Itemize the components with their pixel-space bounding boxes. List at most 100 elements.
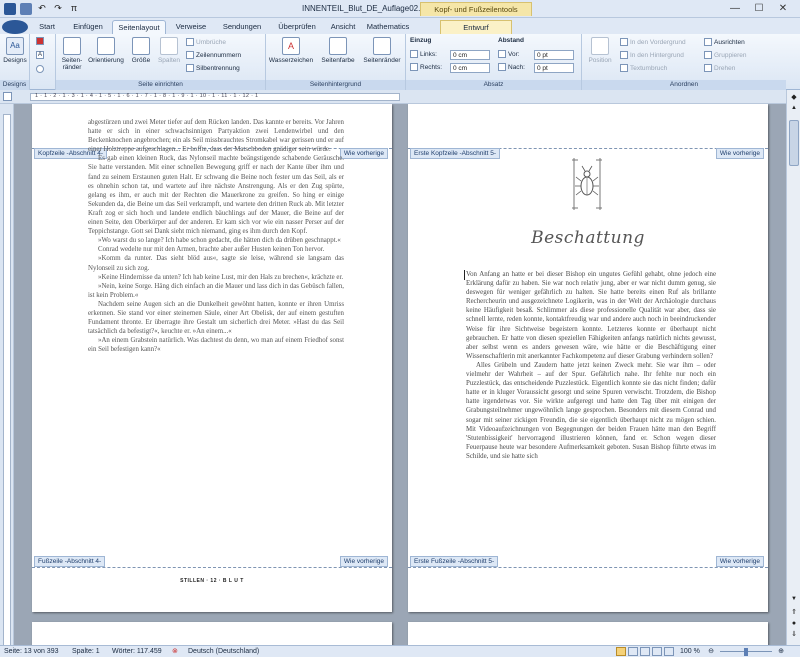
footer-tag[interactable]: Erste Fußzeile -Abschnitt 5- (410, 556, 499, 567)
breaks-icon (186, 38, 194, 47)
spalten-button[interactable]: Spalten (156, 37, 182, 64)
tab-mathematics[interactable]: Mathematics (362, 20, 414, 34)
spalten-label: Spalten (157, 57, 181, 64)
status-language[interactable]: Deutsch (Deutschland) (188, 646, 259, 657)
next-page-icon[interactable]: ⇓ (789, 630, 799, 639)
page-next-left[interactable] (32, 622, 392, 645)
paragraph: Conrad wedelte nur mit den Armen, bracht… (98, 246, 325, 254)
paragraph: »Komm da runter. Das sieht blöd aus«, sa… (88, 255, 344, 272)
zoom-slider-handle[interactable] (744, 648, 748, 656)
browse-object-icon[interactable]: ● (789, 619, 799, 628)
left-body-text[interactable]: abgestürzen und zwei Meter tiefer auf de… (88, 118, 344, 560)
effects-icon[interactable] (36, 65, 46, 75)
header-link-previous[interactable]: Wie vorherige (715, 148, 764, 159)
text-cursor (464, 270, 465, 280)
designs-label: Designs (3, 57, 27, 64)
prev-page-icon[interactable]: ⇑ (789, 608, 799, 617)
status-words[interactable]: Wörter: 117.459 (112, 646, 162, 657)
horizontal-ruler[interactable]: 1 · 1 · 2 · 1 · 3 · 1 · 4 · 1 · 5 · 1 · … (0, 90, 800, 104)
tab-verweise[interactable]: Verweise (170, 20, 212, 34)
orientierung-button[interactable]: Orientierung (88, 37, 124, 64)
footer-tag[interactable]: Fußzeile -Abschnitt 4- (34, 556, 106, 567)
scrollbar-thumb[interactable] (789, 120, 799, 166)
paragraph: »An einem Grabstein natürlich. Was dacht… (88, 337, 344, 354)
tab-start[interactable]: Start (32, 20, 62, 34)
indent-right-input[interactable]: 0 cm (450, 63, 490, 73)
spacing-after-label: Nach: (498, 63, 525, 73)
zeilennummern-button[interactable]: Zeilennummern (186, 51, 241, 61)
tab-einfuegen[interactable]: Einfügen (66, 20, 110, 34)
abstand-label: Abstand (498, 37, 524, 44)
seitenfarbe-label: Seitenfarbe (321, 57, 355, 64)
umbrueche-button[interactable]: Umbrüche (186, 38, 226, 48)
paragraph: abgestürzen und zwei Meter tiefer auf de… (88, 119, 344, 154)
zoom-in-icon[interactable]: ⊕ (776, 646, 786, 657)
outline-view-icon[interactable] (652, 647, 662, 656)
indent-left-input[interactable]: 0 cm (450, 50, 490, 60)
proofing-icon[interactable]: ⊗ (172, 646, 182, 657)
status-page[interactable]: Seite: 13 von 393 (4, 646, 59, 657)
seitenraender-button[interactable]: Seiten- ränder (58, 37, 86, 71)
vertical-ruler-bar[interactable] (3, 114, 11, 654)
tab-ueberpruefen[interactable]: Überprüfen (272, 20, 322, 34)
ruler-bar[interactable]: 1 · 1 · 2 · 1 · 3 · 1 · 4 · 1 · 5 · 1 · … (30, 93, 400, 101)
footer-link-previous[interactable]: Wie vorherige (715, 556, 764, 567)
ausrichten-button[interactable]: Ausrichten (704, 38, 745, 48)
wasserzeichen-button[interactable]: A Wasserzeichen (268, 37, 314, 64)
silbentrennung-label: Silbentrennung (196, 65, 240, 72)
tab-ansicht[interactable]: Ansicht (326, 20, 360, 34)
spacing-after-input[interactable]: 0 pt (534, 63, 574, 73)
position-button[interactable]: Position (584, 37, 616, 64)
right-body-text[interactable]: Von Anfang an hatte er bei dieser Bishop… (466, 270, 716, 562)
header-link-previous[interactable]: Wie vorherige (339, 148, 388, 159)
scroll-down-icon[interactable]: ▼ (789, 595, 799, 604)
hintergrund-button[interactable]: In den Hintergrund (620, 51, 684, 61)
draft-view-icon[interactable] (664, 647, 674, 656)
drehen-button[interactable]: Drehen (704, 64, 735, 74)
print-layout-icon[interactable] (616, 647, 626, 656)
align-icon (704, 38, 712, 47)
minimize-button[interactable]: — (724, 2, 746, 16)
paragraph: »Keine Hindernisse da unten? Ich hab kei… (98, 273, 344, 281)
colors-icon[interactable] (36, 37, 46, 47)
paragraph: Es gab einen kleinen Ruck, das Nylonseil… (88, 155, 344, 236)
header-tag[interactable]: Erste Kopfzeile -Abschnitt 5- (410, 148, 501, 159)
groesse-button[interactable]: Größe (128, 37, 154, 64)
paragraph: Nachdem seine Augen sich an die Dunkelhe… (88, 300, 344, 336)
group-seite-einrichten: Seiten- ränder Orientierung Größe Spalte… (56, 34, 266, 90)
footer-link-previous[interactable]: Wie vorherige (339, 556, 388, 567)
tab-selector-icon[interactable] (3, 92, 12, 101)
close-button[interactable]: ✕ (772, 2, 794, 16)
status-column[interactable]: Spalte: 1 (72, 646, 100, 657)
designs-button[interactable]: Aa Designs (1, 37, 29, 64)
vertical-ruler[interactable] (0, 104, 14, 654)
group-designs: Aa Designs Designs (0, 34, 30, 90)
paragraph: »Nein, keine Sorge. Häng dich einfach an… (88, 282, 344, 299)
indent-left-icon (410, 50, 418, 59)
vordergrund-button[interactable]: In den Vordergrund (620, 38, 686, 48)
tab-seitenlayout[interactable]: Seitenlayout (112, 20, 166, 34)
orientierung-label: Orientierung (88, 57, 124, 64)
gruppieren-button[interactable]: Gruppieren (704, 51, 747, 61)
fonts-icon[interactable]: A (36, 51, 46, 61)
spacing-before-input[interactable]: 0 pt (534, 50, 574, 60)
scroll-up-icon[interactable]: ▲ (789, 104, 799, 113)
seitenraender-rahmen-button[interactable]: Seitenränder (360, 37, 404, 64)
tab-entwurf[interactable]: Entwurf (440, 20, 512, 34)
page-next-right[interactable] (408, 622, 768, 645)
full-screen-reading-icon[interactable] (628, 647, 638, 656)
page-color-icon (329, 37, 347, 55)
seitenfarbe-button[interactable]: Seitenfarbe (316, 37, 360, 64)
ruler-toggle-icon[interactable]: ◆ (789, 93, 799, 102)
tab-sendungen[interactable]: Sendungen (216, 20, 268, 34)
maximize-button[interactable]: ☐ (748, 2, 770, 16)
zoom-out-icon[interactable]: ⊖ (706, 646, 716, 657)
page-left[interactable]: Kopfzeile -Abschnitt 4- Wie vorherige ab… (32, 104, 392, 612)
web-layout-icon[interactable] (640, 647, 650, 656)
vertical-scrollbar[interactable]: ◆ ▲ ▼ ⇑ ● ⇓ (786, 90, 800, 645)
textumbruch-button[interactable]: Textumbruch (620, 64, 667, 74)
page-right[interactable]: Erste Kopfzeile -Abschnitt 5- Wie vorher… (408, 104, 768, 612)
office-button[interactable] (2, 20, 28, 34)
zoom-level[interactable]: 100 % (680, 646, 700, 657)
silbentrennung-button[interactable]: Silbentrennung (186, 64, 240, 74)
